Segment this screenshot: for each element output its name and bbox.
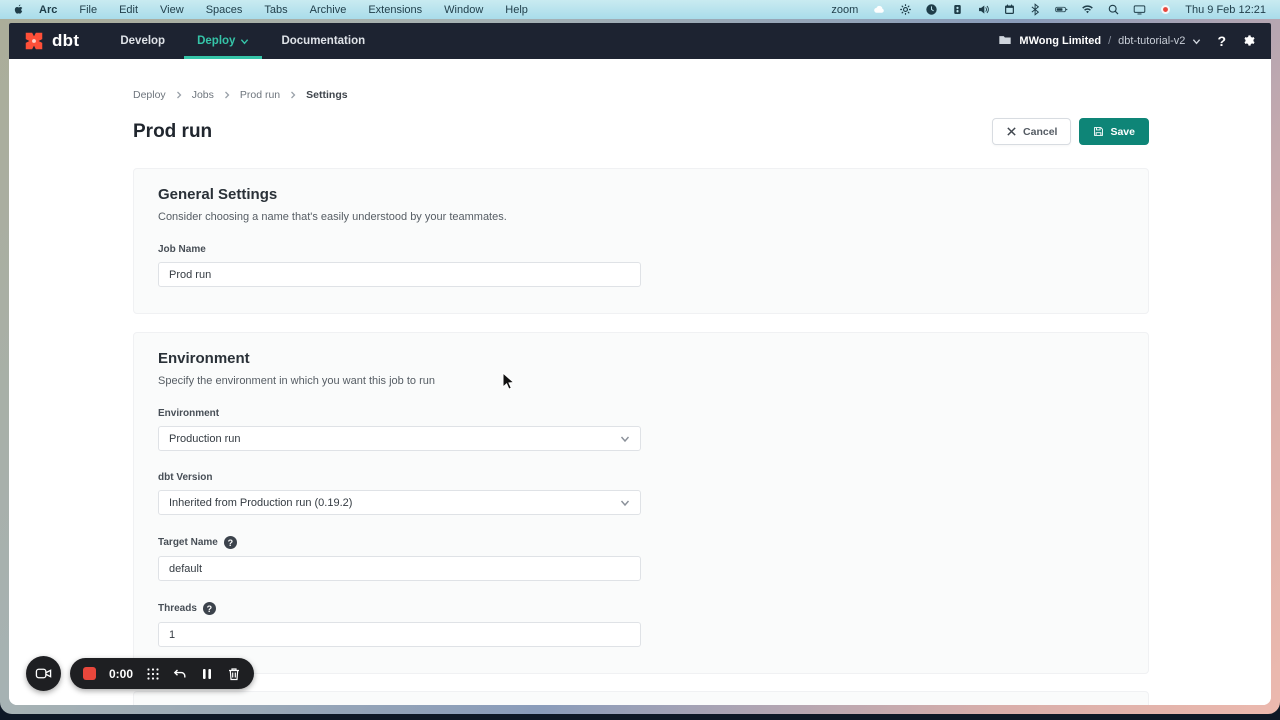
project-name: dbt-tutorial-v2: [1118, 35, 1185, 47]
dbt-logo-icon: [23, 30, 45, 52]
job-name-label: Job Name: [158, 244, 1124, 255]
menu-window[interactable]: Window: [433, 4, 494, 16]
stop-recording-button[interactable]: [83, 667, 96, 680]
threads-input[interactable]: [158, 622, 641, 647]
save-button[interactable]: Save: [1079, 118, 1149, 145]
gear-icon: [1242, 34, 1257, 49]
environment-variables-title: Environment Variables: [158, 703, 1124, 705]
recording-dot-icon[interactable]: [1159, 3, 1172, 16]
folder-icon: [998, 33, 1012, 50]
general-settings-title: General Settings: [158, 186, 1124, 203]
dbt-logo-text: dbt: [52, 31, 79, 51]
calendar-icon[interactable]: [1003, 3, 1016, 16]
search-icon[interactable]: [1107, 3, 1120, 16]
environment-select[interactable]: Production run: [158, 426, 641, 451]
target-name-label: Target Name: [158, 537, 218, 548]
chevron-down-icon: [240, 37, 249, 46]
nav-deploy[interactable]: Deploy: [184, 23, 262, 59]
target-name-help-icon[interactable]: ?: [224, 536, 237, 549]
menu-arc[interactable]: Arc: [25, 4, 68, 16]
display-icon[interactable]: [1133, 3, 1146, 16]
pause-button[interactable]: [200, 667, 214, 681]
video-camera-icon: [35, 665, 52, 682]
breadcrumb-deploy[interactable]: Deploy: [133, 89, 166, 101]
breadcrumb: Deploy Jobs Prod run Settings: [133, 59, 1149, 101]
chevron-down-icon: [1192, 37, 1201, 46]
menu-bar-clock[interactable]: Thu 9 Feb 12:21: [1185, 4, 1268, 16]
dbt-main-nav: Develop Deploy Documentation: [107, 23, 378, 59]
recorder-controls: 0:00: [70, 658, 254, 689]
environment-description: Specify the environment in which you wan…: [158, 375, 1124, 387]
chevron-right-icon: [289, 91, 297, 99]
menu-view[interactable]: View: [149, 4, 195, 16]
environment-variables-card: Environment Variables Job level override…: [133, 691, 1149, 705]
help-button[interactable]: ?: [1215, 33, 1228, 49]
volume-icon[interactable]: [977, 3, 990, 16]
target-name-input[interactable]: [158, 556, 641, 581]
apple-icon[interactable]: [12, 3, 25, 16]
cloud-icon[interactable]: [873, 3, 886, 16]
settings-gear-button[interactable]: [1242, 34, 1257, 49]
chevron-right-icon: [223, 91, 231, 99]
threads-help-icon[interactable]: ?: [203, 602, 216, 615]
save-icon: [1093, 126, 1104, 137]
app-status-icon[interactable]: [951, 3, 964, 16]
battery-icon[interactable]: [1055, 3, 1068, 16]
undo-button[interactable]: [173, 667, 187, 681]
environment-select-label: Environment: [158, 408, 1124, 419]
environment-card: Environment Specify the environment in w…: [133, 332, 1149, 674]
account-project-switcher[interactable]: MWong Limited / dbt-tutorial-v2: [998, 33, 1201, 50]
browser-window: dbt Develop Deploy Documentation MWong L…: [9, 23, 1271, 705]
breadcrumb-jobs[interactable]: Jobs: [192, 89, 214, 101]
environment-title: Environment: [158, 350, 1124, 367]
recording-time: 0:00: [109, 667, 133, 681]
chevron-down-icon: [620, 434, 630, 444]
page-title: Prod run: [133, 121, 212, 143]
gear-status-icon[interactable]: [899, 3, 912, 16]
dbt-logo[interactable]: dbt: [23, 30, 79, 52]
chevron-down-icon: [620, 498, 630, 508]
camera-button[interactable]: [26, 656, 61, 691]
dbt-version-select[interactable]: Inherited from Production run (0.19.2): [158, 490, 641, 515]
menu-edit[interactable]: Edit: [108, 4, 149, 16]
macos-menu-bar: Arc File Edit View Spaces Tabs Archive E…: [0, 0, 1280, 19]
close-icon: [1006, 126, 1017, 137]
general-settings-description: Consider choosing a name that's easily u…: [158, 211, 1124, 223]
cancel-button[interactable]: Cancel: [992, 118, 1071, 145]
browser-window-frame: dbt Develop Deploy Documentation MWong L…: [0, 19, 1280, 714]
menu-file[interactable]: File: [68, 4, 108, 16]
menu-tabs[interactable]: Tabs: [253, 4, 298, 16]
breadcrumb-prod-run[interactable]: Prod run: [240, 89, 280, 101]
dbt-app-header: dbt Develop Deploy Documentation MWong L…: [9, 23, 1271, 59]
account-name: MWong Limited: [1019, 35, 1101, 47]
nav-documentation[interactable]: Documentation: [268, 23, 378, 59]
menu-spaces[interactable]: Spaces: [195, 4, 254, 16]
page-content: Deploy Jobs Prod run Settings Prod run C…: [9, 59, 1271, 705]
wifi-icon[interactable]: [1081, 3, 1094, 16]
trash-button[interactable]: [227, 667, 241, 681]
nav-develop[interactable]: Develop: [107, 23, 178, 59]
threads-label: Threads: [158, 603, 197, 614]
general-settings-card: General Settings Consider choosing a nam…: [133, 168, 1149, 314]
clock-icon[interactable]: [925, 3, 938, 16]
grid-dots-button[interactable]: [146, 667, 160, 681]
screen-recorder-toolbar: 0:00: [26, 656, 254, 691]
menu-help[interactable]: Help: [494, 4, 539, 16]
dbt-version-label: dbt Version: [158, 472, 1124, 483]
chevron-right-icon: [175, 91, 183, 99]
menu-extensions[interactable]: Extensions: [357, 4, 433, 16]
bluetooth-icon[interactable]: [1029, 3, 1042, 16]
breadcrumb-settings: Settings: [306, 89, 347, 101]
job-name-input[interactable]: [158, 262, 641, 287]
menu-archive[interactable]: Archive: [299, 4, 358, 16]
menu-zoom-app[interactable]: zoom: [831, 4, 858, 16]
account-separator: /: [1108, 35, 1111, 47]
